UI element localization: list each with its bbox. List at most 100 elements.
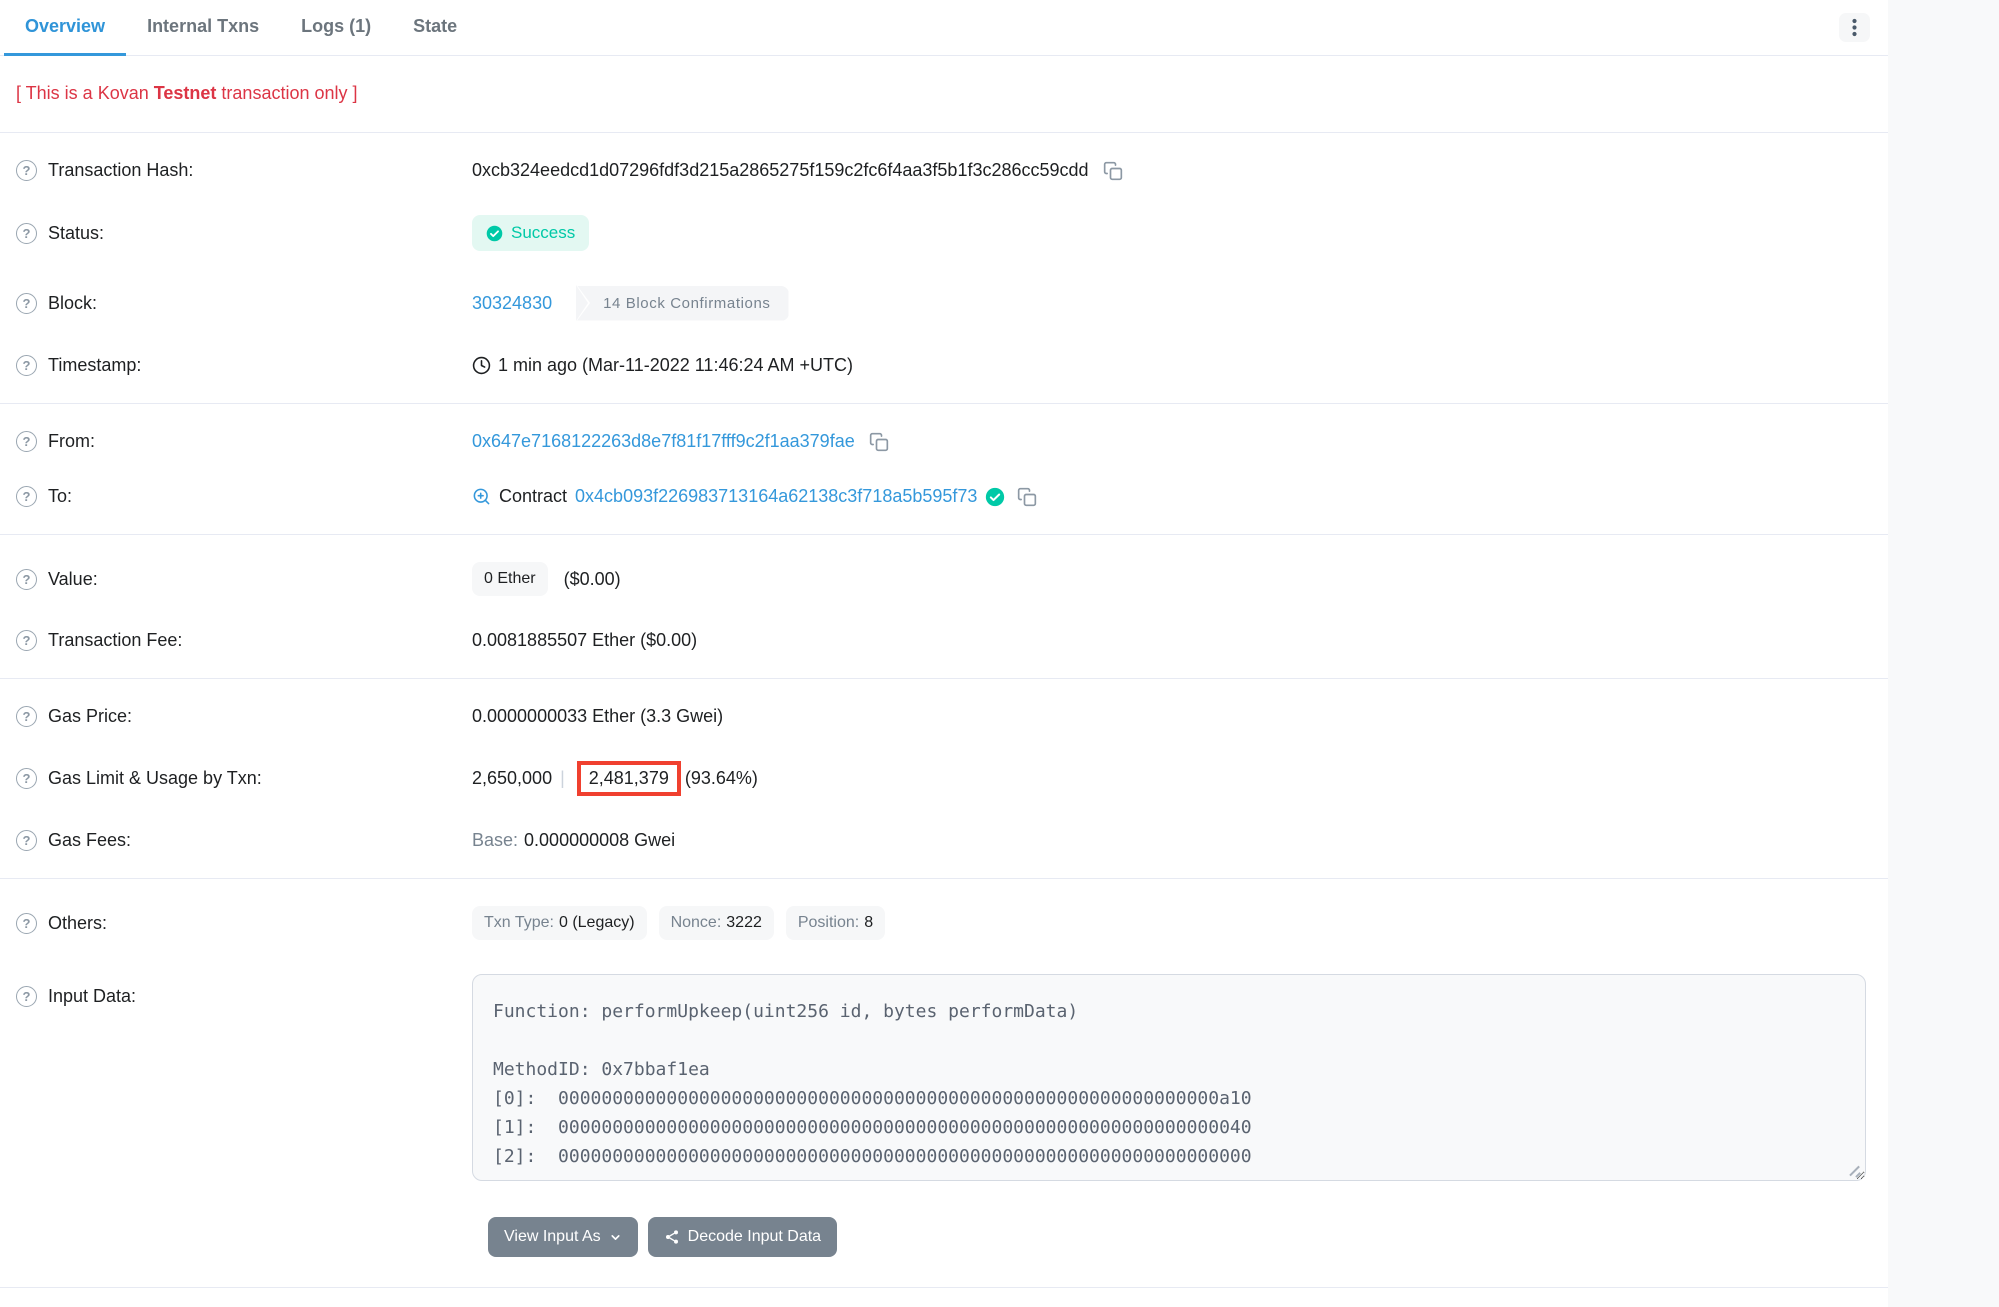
section-overview-top: Transaction Hash: 0xcb324eedcd1d07296fdf… bbox=[0, 132, 1888, 403]
status-label: Status: bbox=[16, 223, 472, 244]
testnet-notice: [ This is a Kovan Testnet transaction on… bbox=[0, 56, 1888, 132]
more-options-button[interactable] bbox=[1839, 13, 1870, 42]
block-confirmations-badge: 14 Block Confirmations bbox=[576, 285, 788, 321]
to-address-link[interactable]: 0x4cb093f226983713164a62138c3f718a5b595f… bbox=[575, 486, 977, 507]
others-label: Others: bbox=[16, 913, 472, 934]
gas-price-value: 0.0000000033 Ether (3.3 Gwei) bbox=[472, 706, 723, 727]
section-addresses: From: 0x647e7168122263d8e7f81f17fff9c2f1… bbox=[0, 403, 1888, 534]
help-icon[interactable] bbox=[16, 355, 37, 376]
row-label-text: Gas Price: bbox=[48, 706, 132, 727]
decode-input-data-button[interactable]: Decode Input Data bbox=[648, 1217, 837, 1257]
from-label: From: bbox=[16, 431, 472, 452]
status-text: Success bbox=[511, 223, 575, 243]
help-icon[interactable] bbox=[16, 830, 37, 851]
position-badge: Position: 8 bbox=[786, 906, 885, 940]
txn-type-value: 0 (Legacy) bbox=[559, 914, 635, 932]
help-icon[interactable] bbox=[16, 486, 37, 507]
timestamp-row: Timestamp: 1 min ago (Mar-11-2022 11:46:… bbox=[0, 338, 1888, 393]
gas-price-label: Gas Price: bbox=[16, 706, 472, 727]
value-row: Value: 0 Ether ($0.00) bbox=[0, 545, 1888, 613]
row-label-text: Value: bbox=[48, 569, 98, 590]
copy-to-address-button[interactable] bbox=[1017, 487, 1037, 507]
position-value: 8 bbox=[864, 914, 873, 932]
gas-usage-percent: (93.64%) bbox=[685, 768, 758, 789]
transaction-fee-label: Transaction Fee: bbox=[16, 630, 472, 651]
row-label-text: Timestamp: bbox=[48, 355, 141, 376]
help-icon[interactable] bbox=[16, 160, 37, 181]
timestamp-label: Timestamp: bbox=[16, 355, 472, 376]
transaction-hash-label: Transaction Hash: bbox=[16, 160, 472, 181]
zoom-in-icon[interactable] bbox=[472, 487, 491, 506]
nonce-key: Nonce: bbox=[671, 914, 722, 932]
tab-overview[interactable]: Overview bbox=[4, 0, 126, 56]
gas-fees-base-label: Base: bbox=[472, 830, 518, 851]
tab-state[interactable]: State bbox=[392, 0, 478, 56]
value-amount-badge: 0 Ether bbox=[472, 562, 548, 596]
gas-fees-base-value: 0.000000008 Gwei bbox=[524, 830, 675, 851]
row-label-text: Transaction Fee: bbox=[48, 630, 182, 651]
txn-type-key: Txn Type: bbox=[484, 914, 554, 932]
gas-limit-value: 2,650,000 bbox=[472, 768, 552, 789]
value-amount-text: 0 Ether bbox=[484, 570, 536, 588]
value-label: Value: bbox=[16, 569, 472, 590]
row-label-text: Others: bbox=[48, 913, 107, 934]
gas-fees-label: Gas Fees: bbox=[16, 830, 472, 851]
status-row: Status: Success bbox=[0, 198, 1888, 268]
value-fiat: ($0.00) bbox=[564, 569, 621, 590]
copy-transaction-hash-button[interactable] bbox=[1103, 161, 1123, 181]
row-label-text: Gas Fees: bbox=[48, 830, 131, 851]
help-icon[interactable] bbox=[16, 569, 37, 590]
row-label-text: Status: bbox=[48, 223, 104, 244]
resize-handle-icon[interactable] bbox=[1846, 1163, 1860, 1177]
status-badge: Success bbox=[472, 215, 589, 251]
help-icon[interactable] bbox=[16, 293, 37, 314]
tab-logs[interactable]: Logs (1) bbox=[280, 0, 392, 56]
block-link[interactable]: 30324830 bbox=[472, 293, 552, 314]
copy-icon bbox=[1017, 487, 1037, 507]
gas-limit-separator: | bbox=[560, 768, 565, 789]
row-label-text: Gas Limit & Usage by Txn: bbox=[48, 768, 262, 789]
from-row: From: 0x647e7168122263d8e7f81f17fff9c2f1… bbox=[0, 414, 1888, 469]
row-label-text: Input Data: bbox=[48, 986, 136, 1007]
testnet-notice-suffix: transaction only ] bbox=[216, 83, 357, 103]
help-icon[interactable] bbox=[16, 768, 37, 789]
confirmations-text: 14 Block Confirmations bbox=[577, 286, 788, 321]
nonce-badge: Nonce: 3222 bbox=[659, 906, 774, 940]
verified-check-icon bbox=[985, 487, 1005, 507]
decode-icon bbox=[664, 1229, 680, 1245]
help-icon[interactable] bbox=[16, 706, 37, 727]
section-others: Others: Txn Type: 0 (Legacy) Nonce: 3222… bbox=[0, 878, 1888, 1288]
tab-internal-txns[interactable]: Internal Txns bbox=[126, 0, 280, 56]
decode-input-data-label: Decode Input Data bbox=[688, 1228, 821, 1246]
block-row: Block: 30324830 14 Block Confirmations bbox=[0, 268, 1888, 338]
section-gas: Gas Price: 0.0000000033 Ether (3.3 Gwei)… bbox=[0, 678, 1888, 878]
copy-from-address-button[interactable] bbox=[869, 432, 889, 452]
transaction-fee-value: 0.0081885507 Ether ($0.00) bbox=[472, 630, 697, 651]
gas-limit-row: Gas Limit & Usage by Txn: 2,650,000 | 2,… bbox=[0, 744, 1888, 813]
view-input-as-button[interactable]: View Input As bbox=[488, 1217, 638, 1257]
section-value: Value: 0 Ether ($0.00) Transaction Fee: … bbox=[0, 534, 1888, 678]
help-icon[interactable] bbox=[16, 986, 37, 1007]
input-data-row: Input Data: Function: performUpkeep(uint… bbox=[0, 957, 1888, 1203]
transaction-details-card: Overview Internal Txns Logs (1) State [ … bbox=[0, 0, 1888, 1307]
help-icon[interactable] bbox=[16, 913, 37, 934]
row-label-text: Transaction Hash: bbox=[48, 160, 193, 181]
row-label-text: Block: bbox=[48, 293, 97, 314]
input-data-label: Input Data: bbox=[16, 974, 472, 1007]
timestamp-value: 1 min ago (Mar-11-2022 11:46:24 AM +UTC) bbox=[498, 355, 853, 376]
input-data-textarea[interactable]: Function: performUpkeep(uint256 id, byte… bbox=[472, 974, 1866, 1181]
input-data-actions: View Input As Decode Input Data bbox=[0, 1203, 1888, 1277]
help-icon[interactable] bbox=[16, 431, 37, 452]
gas-used-value: 2,481,379 bbox=[589, 768, 669, 788]
from-address-link[interactable]: 0x647e7168122263d8e7f81f17fff9c2f1aa379f… bbox=[472, 431, 855, 452]
chevron-down-icon bbox=[609, 1231, 622, 1244]
view-input-as-label: View Input As bbox=[504, 1228, 601, 1246]
tab-bar: Overview Internal Txns Logs (1) State bbox=[0, 0, 1888, 56]
transaction-fee-row: Transaction Fee: 0.0081885507 Ether ($0.… bbox=[0, 613, 1888, 668]
row-label-text: From: bbox=[48, 431, 95, 452]
transaction-hash-row: Transaction Hash: 0xcb324eedcd1d07296fdf… bbox=[0, 143, 1888, 198]
clock-icon bbox=[472, 356, 491, 375]
nonce-value: 3222 bbox=[726, 914, 762, 932]
help-icon[interactable] bbox=[16, 630, 37, 651]
help-icon[interactable] bbox=[16, 223, 37, 244]
